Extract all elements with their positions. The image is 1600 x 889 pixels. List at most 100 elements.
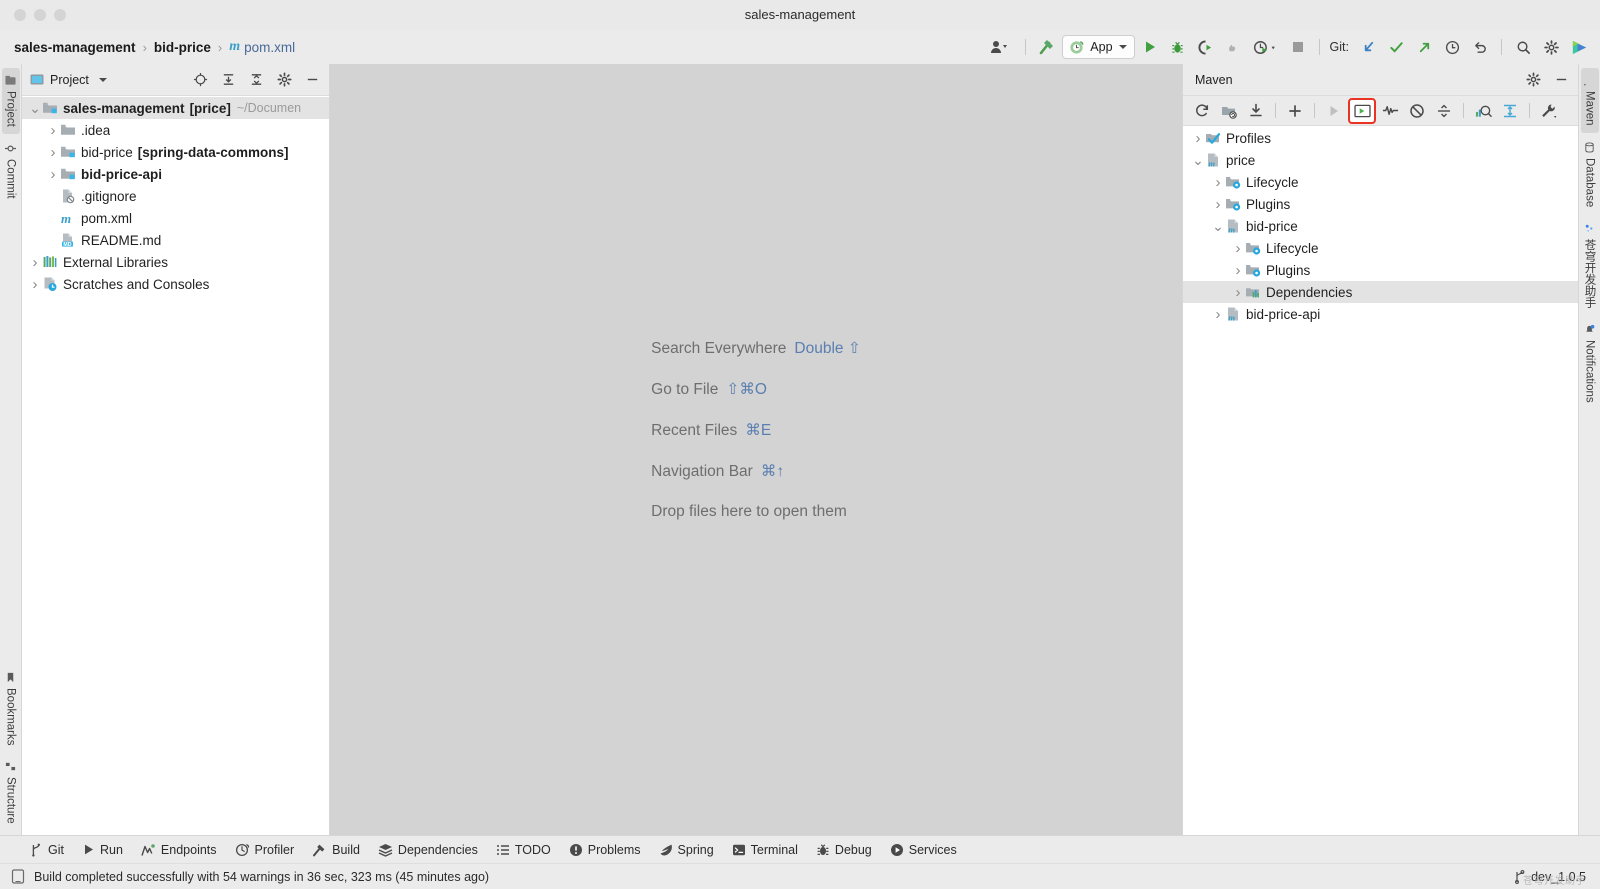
download-icon[interactable]: [1243, 99, 1269, 123]
window-controls[interactable]: [0, 9, 66, 21]
project-tree-row[interactable]: › bid-price [spring-data-commons]: [22, 141, 329, 163]
chevron-right-icon[interactable]: ›: [46, 167, 60, 182]
chevron-down-icon[interactable]: ⌄: [1191, 153, 1205, 167]
tool-window-button-run[interactable]: Run: [74, 840, 131, 860]
chevron-right-icon[interactable]: ›: [28, 277, 42, 292]
chevron-right-icon[interactable]: ›: [46, 123, 60, 138]
project-tree-row[interactable]: › .idea: [22, 119, 329, 141]
collapse-all-icon[interactable]: [245, 69, 267, 91]
chevron-right-icon[interactable]: ›: [1211, 307, 1225, 322]
chevron-right-icon[interactable]: ›: [1231, 263, 1245, 278]
expand-width-icon[interactable]: [1497, 99, 1523, 123]
maven-tree-row[interactable]: ⌄ m bid-price: [1183, 215, 1578, 237]
search-icon[interactable]: [1510, 35, 1536, 59]
tool-window-button-terminal[interactable]: Terminal: [724, 840, 806, 860]
chevron-down-icon[interactable]: ⌄: [1211, 219, 1225, 233]
maximize-button[interactable]: [54, 9, 66, 21]
profiler-button[interactable]: [1221, 35, 1247, 59]
chevron-right-icon[interactable]: ›: [1231, 241, 1245, 256]
select-opened-file-icon[interactable]: [189, 69, 211, 91]
project-tree[interactable]: ⌄ sales-management [price] ~/Documen › .idea ›…: [22, 96, 329, 835]
sidebar-item-bookmarks[interactable]: Bookmarks: [2, 665, 20, 753]
chevron-right-icon[interactable]: ›: [1191, 131, 1205, 146]
tool-window-button-build[interactable]: Build: [304, 840, 368, 860]
maven-tree-row[interactable]: › Dependencies: [1183, 281, 1578, 303]
run-configuration-selector[interactable]: App: [1062, 35, 1135, 59]
project-tree-row[interactable]: › bid-price-api: [22, 163, 329, 185]
breadcrumb-item-file[interactable]: m pom.xml: [227, 38, 297, 56]
sidebar-item-maven[interactable]: m Maven: [1580, 68, 1599, 133]
gear-icon[interactable]: [1522, 69, 1544, 91]
gear-icon[interactable]: [273, 69, 295, 91]
maven-tree[interactable]: › Profiles ⌄ m price › Lifecycle › Plugins ⌄ m bid-…: [1183, 126, 1578, 835]
project-tree-row[interactable]: › External Libraries: [22, 251, 329, 273]
maven-tree-row[interactable]: ⌄ m price: [1183, 149, 1578, 171]
gear-icon[interactable]: [1538, 35, 1564, 59]
maven-tree-row[interactable]: › Plugins: [1183, 193, 1578, 215]
wrench-icon[interactable]: [1536, 99, 1562, 123]
maven-tree-row[interactable]: › Plugins: [1183, 259, 1578, 281]
tool-window-button-endpoints[interactable]: Endpoints: [133, 840, 225, 860]
history-button[interactable]: [1439, 35, 1465, 59]
expand-all-icon[interactable]: [217, 69, 239, 91]
project-tree-row[interactable]: MD README.md: [22, 229, 329, 251]
chevron-right-icon[interactable]: ›: [28, 255, 42, 270]
minimize-icon[interactable]: [301, 69, 323, 91]
tool-window-button-services[interactable]: Services: [882, 840, 965, 860]
commit-button[interactable]: [1383, 35, 1409, 59]
offline-icon[interactable]: [1404, 99, 1430, 123]
tool-window-button-todo[interactable]: TODO: [488, 840, 559, 860]
minimize-button[interactable]: [34, 9, 46, 21]
maven-tree-row[interactable]: › Profiles: [1183, 127, 1578, 149]
git-branch-widget[interactable]: dev_1.0.5: [1508, 868, 1592, 886]
execute-goal-icon[interactable]: [1348, 97, 1376, 124]
debug-button[interactable]: [1165, 35, 1191, 59]
breadcrumb-item-project[interactable]: sales-management: [12, 39, 138, 56]
project-tree-row[interactable]: ⌄ sales-management [price] ~/Documen: [22, 97, 329, 119]
tool-window-button-profiler[interactable]: Profiler: [227, 840, 303, 860]
maven-tree-row[interactable]: › Lifecycle: [1183, 171, 1578, 193]
run-with-coverage-button[interactable]: [1193, 35, 1219, 59]
sidebar-item-commit[interactable]: Commit: [2, 136, 20, 206]
run-button[interactable]: [1137, 35, 1163, 59]
chevron-right-icon[interactable]: ›: [1211, 175, 1225, 190]
rollback-button[interactable]: [1467, 35, 1493, 59]
add-folder-icon[interactable]: [1216, 99, 1242, 123]
breadcrumb-item-module[interactable]: bid-price: [152, 39, 213, 56]
chevron-right-icon[interactable]: ›: [46, 145, 60, 160]
plus-icon[interactable]: [1282, 99, 1308, 123]
chevron-right-icon[interactable]: ›: [1211, 197, 1225, 212]
close-button[interactable]: [14, 9, 26, 21]
more-run-options-button[interactable]: [1249, 35, 1283, 59]
user-avatar-icon[interactable]: [983, 35, 1017, 59]
sidebar-item-notifications[interactable]: Notifications: [1581, 317, 1599, 410]
chevron-right-icon[interactable]: ›: [1231, 285, 1245, 300]
chevron-down-icon[interactable]: [98, 77, 107, 82]
dependency-analyzer-icon[interactable]: [1470, 99, 1496, 123]
sidebar-item-project[interactable]: Project: [1, 68, 20, 134]
collapse-all-icon[interactable]: [1431, 99, 1457, 123]
run-icon[interactable]: [1321, 99, 1347, 123]
reload-icon[interactable]: [1189, 99, 1215, 123]
maven-tree-row[interactable]: › Lifecycle: [1183, 237, 1578, 259]
tool-window-button-dependencies[interactable]: Dependencies: [370, 840, 486, 860]
minimize-icon[interactable]: [1550, 69, 1572, 91]
ai-assistant-icon[interactable]: [1566, 35, 1592, 59]
push-button[interactable]: [1411, 35, 1437, 59]
tool-window-button-spring[interactable]: Spring: [651, 840, 722, 860]
sidebar-item-database[interactable]: Database: [1581, 135, 1599, 214]
project-tree-row[interactable]: › Scratches and Consoles: [22, 273, 329, 295]
update-project-button[interactable]: [1355, 35, 1381, 59]
chevron-down-icon[interactable]: ⌄: [28, 101, 42, 115]
stop-button[interactable]: [1285, 35, 1311, 59]
sidebar-item-ai-helper[interactable]: 苍穹开发助手: [1579, 216, 1600, 315]
project-tree-row[interactable]: m pom.xml: [22, 207, 329, 229]
sidebar-item-structure[interactable]: Structure: [2, 754, 20, 831]
hammer-build-icon[interactable]: [1034, 35, 1060, 59]
project-tree-row[interactable]: .gitignore: [22, 185, 329, 207]
tool-window-button-debug[interactable]: Debug: [808, 840, 880, 860]
tool-window-button-git[interactable]: Git: [22, 840, 72, 860]
tool-window-button-problems[interactable]: Problems: [561, 840, 649, 860]
skip-tests-icon[interactable]: [1377, 99, 1403, 123]
maven-tree-row[interactable]: › m bid-price-api: [1183, 303, 1578, 325]
